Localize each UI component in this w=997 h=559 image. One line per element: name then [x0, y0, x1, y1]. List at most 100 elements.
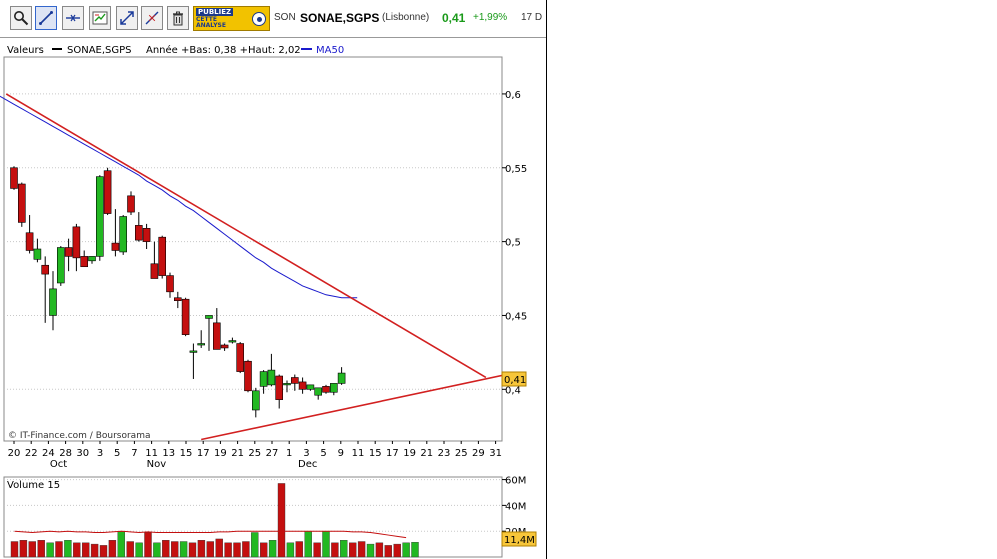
volume-bar-down	[331, 542, 339, 558]
volume-bar-up	[286, 542, 295, 558]
candle-body-down	[72, 226, 81, 259]
volume-bar-up	[179, 541, 188, 558]
candle	[17, 182, 26, 227]
volume-bar-up	[117, 530, 126, 558]
price-chart[interactable]: 0,40,450,50,550,6 20 22 24 28 30 3 5 7 11 13 15 17 1…	[0, 37, 546, 559]
candle-body-down	[25, 232, 34, 251]
x-axis-label: 27	[266, 448, 279, 459]
candle-body-up	[306, 384, 315, 390]
x-axis-label: 22	[25, 448, 38, 459]
x-axis-label: 25	[248, 448, 261, 459]
ad-line-3: ANALYSE	[196, 22, 226, 29]
indicators-icon[interactable]	[89, 6, 111, 30]
volume-bar-down	[99, 545, 108, 558]
fullscreen-icon[interactable]	[116, 6, 138, 30]
candle	[10, 166, 18, 190]
price-axis-label: 0,5	[505, 238, 521, 249]
last-price-tag-label: 0,41	[504, 375, 526, 386]
candle	[158, 235, 166, 279]
candle-body-up	[252, 390, 260, 411]
candle-body-up	[314, 387, 323, 396]
x-axis-label: 15	[369, 448, 382, 459]
legend-ma: MA50	[316, 45, 344, 56]
volume-bar-down	[73, 542, 81, 558]
x-axis-label: 20	[8, 448, 21, 459]
candle-body-up	[329, 383, 338, 393]
volume-bar-up	[135, 542, 143, 558]
volume-bar-down	[144, 532, 152, 558]
candle-body-down	[64, 247, 73, 257]
volume-tag-label: 11,4M	[504, 535, 535, 546]
zoom-icon[interactable]	[10, 6, 32, 30]
volume-bar-up	[366, 543, 375, 558]
price-axis-label: 0,4	[505, 385, 521, 396]
candle-body-up	[119, 216, 127, 253]
volume-bar-up	[411, 542, 419, 558]
x-axis-label: 19	[214, 448, 227, 459]
candle-body-down	[103, 170, 112, 214]
trendline-icon[interactable]	[35, 6, 57, 30]
x-axis-label: 15	[180, 448, 193, 459]
publish-analysis-button[interactable]: PUBLIEZ CETTE ANALYSE	[193, 6, 270, 31]
volume-bar-down	[260, 542, 268, 558]
volume-bar-down	[349, 542, 357, 558]
candle-body-down	[290, 377, 299, 384]
eye-icon	[252, 12, 266, 26]
volume-bar-down	[81, 542, 90, 558]
volume-bar-down	[55, 541, 63, 558]
volume-bar-down	[206, 541, 215, 558]
volume-bar-down	[170, 541, 179, 558]
candle-body-down	[244, 360, 252, 392]
x-axis-label: 30	[76, 448, 89, 459]
volume-bar-up	[268, 540, 277, 558]
x-axis-label: 11	[145, 448, 158, 459]
candle-body-down	[158, 236, 166, 276]
quote-date: 17 D	[521, 12, 543, 23]
x-axis-label: 7	[131, 448, 137, 459]
volume-bar-down	[188, 542, 197, 558]
price-axis-label: 0,45	[505, 311, 527, 322]
candle-body-down	[150, 263, 159, 279]
x-axis-label: 9	[338, 448, 344, 459]
volume-axis-label: 60M	[505, 476, 526, 487]
x-axis-label: 29	[472, 448, 485, 459]
x-axis-label: 13	[162, 448, 175, 459]
chart-toolbar: PUBLIEZ CETTE ANALYSE SON SONAE,SGPS (Li…	[0, 0, 547, 38]
trash-icon[interactable]	[167, 6, 189, 30]
volume-bar-up	[340, 540, 348, 558]
erase-line-icon[interactable]	[141, 6, 163, 30]
volume-bar-up	[251, 532, 259, 558]
x-axis-label: 21	[231, 448, 244, 459]
candle-body-up	[259, 371, 268, 387]
x-axis-label: 11	[352, 448, 365, 459]
candle-body-up	[88, 256, 96, 262]
x-axis-label: 5	[114, 448, 120, 459]
volume-bar-down	[393, 543, 401, 558]
candle-body-down	[213, 322, 221, 350]
candle-body-up	[33, 248, 42, 260]
x-axis-label: 17	[386, 448, 399, 459]
candle-body-up	[283, 383, 291, 386]
volume-bar-down	[233, 542, 241, 558]
candle-body-down	[220, 344, 229, 349]
candle-body-up	[189, 350, 198, 353]
volume-bar-down	[28, 541, 36, 558]
volume-bar-down	[215, 538, 223, 558]
x-axis-month-label: Oct	[50, 459, 67, 470]
stock-name: SONAE,SGPS	[300, 11, 380, 25]
candle-body-up	[337, 372, 346, 384]
candle-body-up	[197, 343, 205, 346]
candle	[236, 342, 244, 374]
candle-body-down	[275, 375, 284, 400]
candle-body-up	[56, 247, 65, 284]
legend-label: Valeurs	[7, 45, 44, 56]
candle-body-down	[127, 195, 135, 213]
horizontal-line-icon[interactable]	[62, 6, 84, 30]
candle-body-down	[17, 183, 26, 223]
last-price: 0,41	[442, 11, 466, 25]
ticker-symbol: SON	[274, 12, 296, 23]
volume-bar-down	[197, 540, 206, 558]
volume-bar-down	[10, 541, 19, 558]
candle-body-down	[111, 242, 120, 251]
candle	[119, 215, 127, 255]
